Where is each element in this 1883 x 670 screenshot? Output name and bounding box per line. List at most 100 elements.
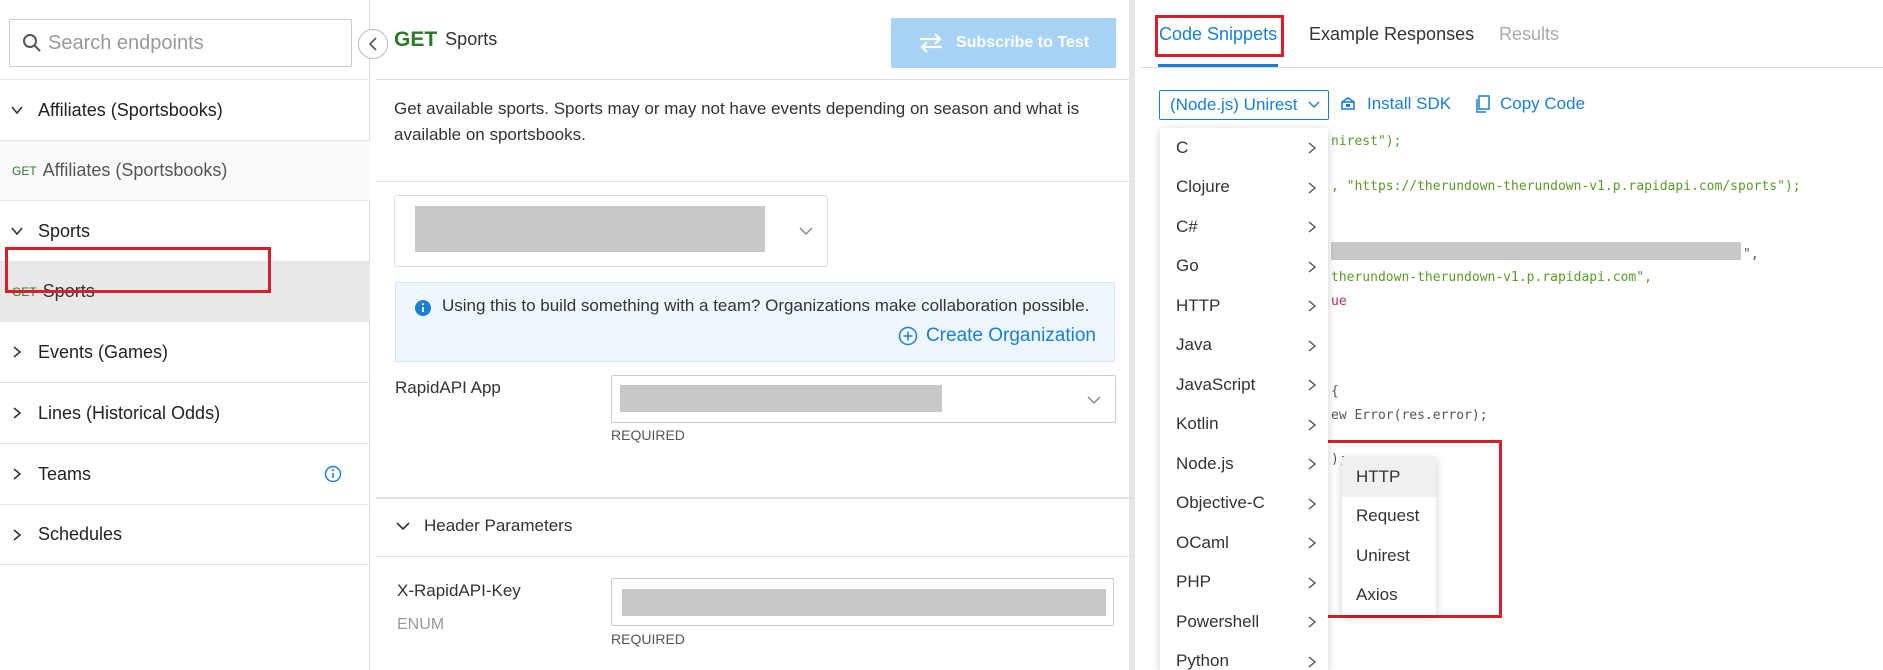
sidebar-group-lines[interactable]: Lines (Historical Odds) <box>0 382 370 443</box>
divider <box>376 497 1135 499</box>
chevron-right-icon <box>1308 458 1316 470</box>
language-menu-label: Clojure <box>1176 177 1230 197</box>
search-input[interactable] <box>48 31 328 55</box>
chevron-right-icon <box>13 528 22 541</box>
rapidapi-app-select[interactable] <box>611 375 1116 423</box>
endpoint-select[interactable] <box>394 195 828 267</box>
search-box[interactable] <box>9 19 352 67</box>
divider <box>376 556 1135 557</box>
endpoint-sidebar: Affiliates (Sportsbooks) GET Affiliates … <box>0 0 370 670</box>
subscribe-button[interactable]: Subscribe to Test <box>891 18 1116 68</box>
required-label: REQUIRED <box>611 427 685 443</box>
sidebar-group-label: Lines (Historical Odds) <box>38 402 221 423</box>
code-line: nirest"); <box>1331 134 1402 149</box>
language-menu-item[interactable]: C# <box>1160 207 1328 247</box>
endpoint-title: Sports <box>445 29 498 49</box>
chevron-left-icon <box>368 37 377 51</box>
language-menu-label: Node.js <box>1176 453 1234 473</box>
chevron-right-icon <box>1308 181 1316 194</box>
subscribe-label: Subscribe to Test <box>955 34 1090 51</box>
copy-code-link[interactable]: Copy Code <box>1476 94 1585 114</box>
language-menu-label: Powershell <box>1176 611 1260 631</box>
language-menu-label: OCaml <box>1176 532 1229 552</box>
sidebar-endpoint-affiliates[interactable]: GET Affiliates (Sportsbooks) <box>0 140 370 200</box>
package-icon <box>1341 97 1355 110</box>
chevron-right-icon <box>1308 379 1316 391</box>
language-menu-item[interactable]: PHP <box>1160 563 1328 603</box>
sidebar-group-label: Sports <box>38 220 91 241</box>
swap-arrows-icon <box>919 33 942 53</box>
language-menu-item[interactable]: Java <box>1160 326 1328 366</box>
chevron-down-icon <box>1087 396 1101 405</box>
language-select[interactable]: (Node.js) Unirest <box>1159 90 1329 120</box>
collapse-sidebar-button[interactable] <box>358 29 388 59</box>
code-line: ue <box>1331 294 1347 309</box>
chevron-right-icon <box>1308 142 1316 154</box>
nodejs-submenu-item[interactable]: Unirest <box>1342 536 1436 576</box>
chevron-right-icon <box>13 468 22 480</box>
required-label: REQUIRED <box>611 631 685 647</box>
info-icon[interactable] <box>324 465 342 483</box>
redacted-code <box>1331 242 1741 260</box>
rapidapi-key-input[interactable] <box>611 578 1114 626</box>
organization-banner: Using this to build something with a tea… <box>395 282 1115 362</box>
plus-circle-icon <box>898 326 918 346</box>
chevron-right-icon <box>13 346 22 358</box>
code-panel: Code Snippets Example Responses Results … <box>1141 0 1883 670</box>
language-menu-item[interactable]: OCaml <box>1160 523 1328 563</box>
method-tag: GET <box>12 163 37 178</box>
sidebar-group-schedules[interactable]: Schedules <box>0 504 370 565</box>
chevron-right-icon <box>1308 221 1316 233</box>
language-menu-label: Kotlin <box>1176 414 1219 434</box>
language-menu-item[interactable]: Go <box>1160 247 1328 287</box>
sidebar-group-label: Affiliates (Sportsbooks) <box>38 99 223 120</box>
language-menu-label: PHP <box>1176 572 1211 592</box>
endpoint-detail-panel: GET Sports Subscribe to Test Get availab… <box>376 0 1135 670</box>
header-parameters-label: Header Parameters <box>424 516 573 535</box>
install-sdk-label: Install SDK <box>1367 94 1452 113</box>
chevron-right-icon <box>1308 655 1316 668</box>
language-menu-item[interactable]: JavaScript <box>1160 365 1328 405</box>
header-parameters-toggle[interactable]: Header Parameters <box>396 516 572 536</box>
code-line: ", <box>1743 247 1759 262</box>
search-icon <box>23 34 41 52</box>
language-menu-label: JavaScript <box>1176 374 1256 394</box>
language-menu-label: Java <box>1176 335 1212 355</box>
rapidapi-key-label: X-RapidAPI-Key <box>397 581 521 600</box>
chevron-down-icon <box>11 227 23 236</box>
language-menu-item[interactable]: Python <box>1160 642 1328 670</box>
language-menu-item[interactable]: C <box>1160 128 1328 168</box>
chevron-right-icon <box>1308 537 1316 549</box>
active-tab-indicator <box>1158 64 1278 67</box>
sidebar-endpoint-label: Affiliates (Sportsbooks) <box>42 160 228 180</box>
sidebar-group-events[interactable]: Events (Games) <box>0 321 370 382</box>
create-organization-link[interactable]: Create Organization <box>898 325 1096 347</box>
sidebar-endpoint-label: Sports <box>42 281 95 301</box>
nodejs-submenu-item[interactable]: HTTP <box>1342 457 1436 497</box>
language-menu-item[interactable]: Objective-C <box>1160 484 1328 524</box>
nodejs-submenu-item[interactable]: Request <box>1342 497 1436 537</box>
language-menu-label: Go <box>1176 256 1199 276</box>
install-sdk-link[interactable]: Install SDK <box>1339 94 1451 114</box>
nodejs-submenu-item[interactable]: Axios <box>1342 576 1436 616</box>
code-line: , "https://therundown-therundown-v1.p.ra… <box>1331 179 1801 194</box>
language-select-value: (Node.js) Unirest <box>1170 95 1298 114</box>
language-menu-item[interactable]: Node.js <box>1160 444 1328 484</box>
tab-results[interactable]: Results <box>1499 24 1559 45</box>
method-tag: GET <box>12 284 37 299</box>
language-menu-item[interactable]: HTTP <box>1160 286 1328 326</box>
sidebar-group-sports[interactable]: Sports <box>0 200 370 261</box>
chevron-right-icon <box>1308 497 1316 510</box>
language-menu-label: Objective-C <box>1176 493 1265 513</box>
sidebar-group-label: Events (Games) <box>38 341 169 362</box>
language-menu-item[interactable]: Kotlin <box>1160 405 1328 445</box>
sidebar-endpoint-sports[interactable]: GET Sports <box>0 261 370 321</box>
chevron-right-icon <box>1308 339 1316 352</box>
sidebar-group-affiliates[interactable]: Affiliates (Sportsbooks) <box>0 79 370 140</box>
language-menu-item[interactable]: Clojure <box>1160 168 1328 208</box>
sidebar-group-teams[interactable]: Teams <box>0 443 370 504</box>
copy-icon <box>1476 95 1490 113</box>
tab-code-snippets[interactable]: Code Snippets <box>1159 24 1277 45</box>
tab-example-responses[interactable]: Example Responses <box>1309 24 1474 45</box>
language-menu-item[interactable]: Powershell <box>1160 602 1328 642</box>
